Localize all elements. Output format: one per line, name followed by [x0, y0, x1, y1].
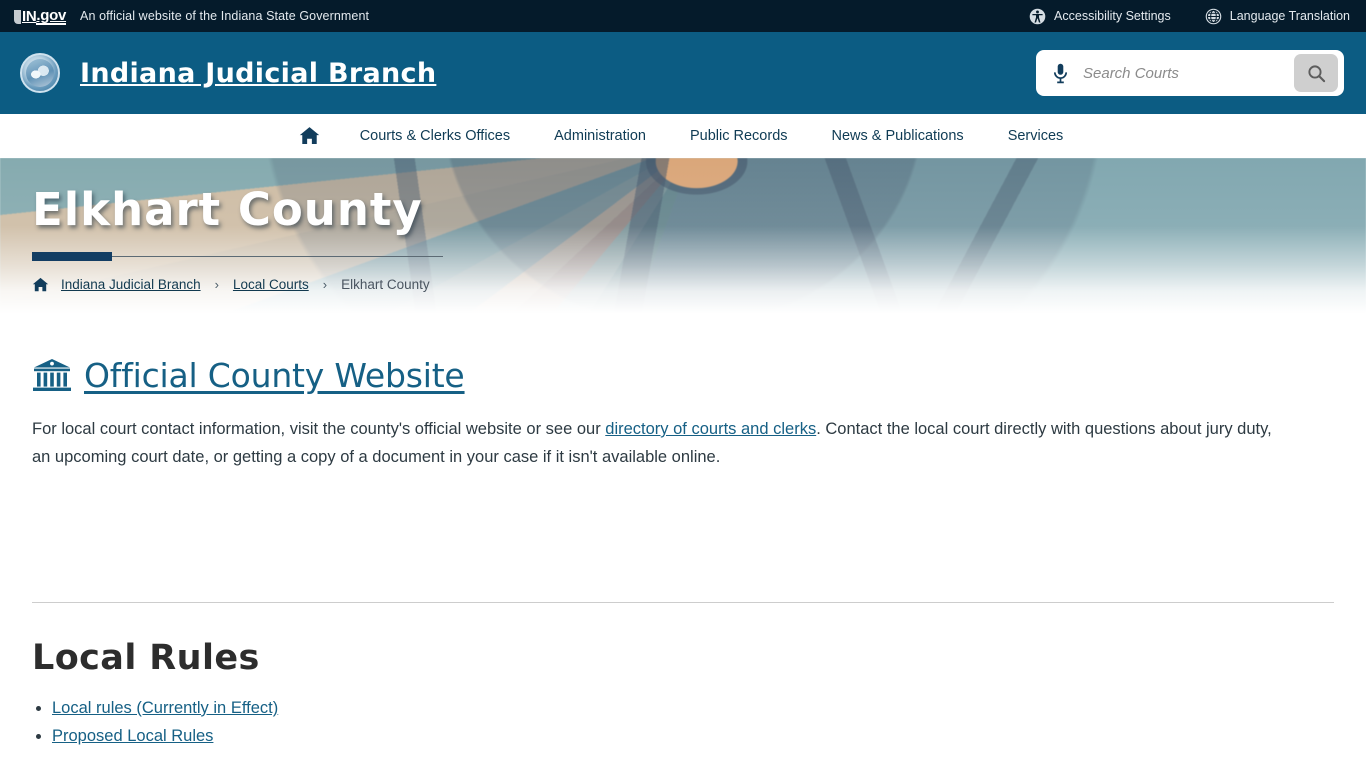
accessibility-icon [1029, 8, 1046, 24]
nav-item-public-records[interactable]: Public Records [668, 114, 810, 158]
nav-item-home[interactable] [281, 126, 338, 145]
home-icon [32, 278, 49, 292]
in-gov-logo-gov: .gov [36, 6, 67, 25]
county-contact-paragraph: For local court contact information, vis… [32, 415, 1272, 471]
main-navigation: Courts & Clerks Offices Administration P… [0, 114, 1366, 158]
microphone-icon [1053, 63, 1067, 83]
official-county-website-row: Official County Website [32, 356, 1334, 395]
breadcrumb-item-local-courts[interactable]: Local Courts [233, 277, 309, 292]
official-website-tagline: An official website of the Indiana State… [80, 9, 370, 23]
site-title[interactable]: Indiana Judicial Branch [80, 58, 436, 89]
breadcrumb-home-icon[interactable] [32, 277, 49, 292]
home-icon [299, 127, 319, 145]
breadcrumb-separator: › [322, 277, 328, 293]
accessibility-settings-label: Accessibility Settings [1054, 9, 1171, 23]
list-item: Local rules (Currently in Effect) [52, 694, 1334, 722]
directory-of-courts-and-clerks-link[interactable]: directory of courts and clerks [605, 420, 816, 438]
proposed-local-rules-link[interactable]: Proposed Local Rules [52, 727, 213, 745]
search-bar [1036, 50, 1344, 96]
search-input[interactable] [1074, 64, 1294, 82]
indiana-state-shape-icon [14, 10, 21, 24]
local-rules-current-link[interactable]: Local rules (Currently in Effect) [52, 699, 278, 717]
search-submit-button[interactable] [1294, 54, 1338, 92]
breadcrumb: Indiana Judicial Branch › Local Courts ›… [32, 277, 1334, 292]
nav-item-services[interactable]: Services [986, 114, 1086, 158]
page-title: Elkhart County [32, 183, 423, 236]
courthouse-icon [33, 358, 71, 391]
breadcrumb-item-indiana-judicial-branch[interactable]: Indiana Judicial Branch [61, 277, 201, 292]
accent-bar [32, 252, 112, 262]
nav-item-administration[interactable]: Administration [532, 114, 668, 158]
accessibility-settings-link[interactable]: Accessibility Settings [1029, 8, 1171, 25]
site-header: Indiana Judicial Branch [0, 32, 1366, 114]
local-rules-heading: Local Rules [32, 638, 260, 678]
title-accent-rule [32, 252, 443, 262]
in-gov-logo-in: IN [22, 7, 37, 25]
utility-bar: IN .gov An official website of the India… [0, 0, 1366, 32]
language-translation-label: Language Translation [1229, 9, 1350, 23]
official-county-website-link[interactable]: Official County Website [84, 356, 465, 395]
hero-content: Elkhart County Indiana Judicial Branch ›… [0, 158, 1366, 320]
breadcrumb-item-current: Elkhart County [341, 277, 430, 293]
paragraph-text-part1: For local court contact information, vis… [32, 420, 606, 438]
section-divider [32, 602, 1334, 603]
nav-item-courts-clerks-offices[interactable]: Courts & Clerks Offices [338, 114, 532, 158]
in-gov-logo[interactable]: IN .gov [14, 8, 66, 25]
accent-line [112, 256, 443, 258]
globe-icon [1205, 8, 1222, 24]
main-content: Official County Website For local court … [0, 356, 1366, 750]
language-translation-link[interactable]: Language Translation [1205, 8, 1350, 25]
nav-item-news-publications[interactable]: News & Publications [810, 114, 986, 158]
list-item: Proposed Local Rules [52, 722, 1334, 750]
local-rules-list: Local rules (Currently in Effect) Propos… [32, 694, 1334, 750]
hero-banner: Elkhart County Indiana Judicial Branch ›… [0, 158, 1366, 320]
state-seal-icon [20, 53, 60, 93]
search-icon [1307, 64, 1325, 82]
utility-bar-links: Accessibility Settings Language Translat… [1029, 8, 1350, 25]
breadcrumb-separator: › [214, 277, 219, 293]
microphone-button[interactable] [1046, 59, 1074, 87]
